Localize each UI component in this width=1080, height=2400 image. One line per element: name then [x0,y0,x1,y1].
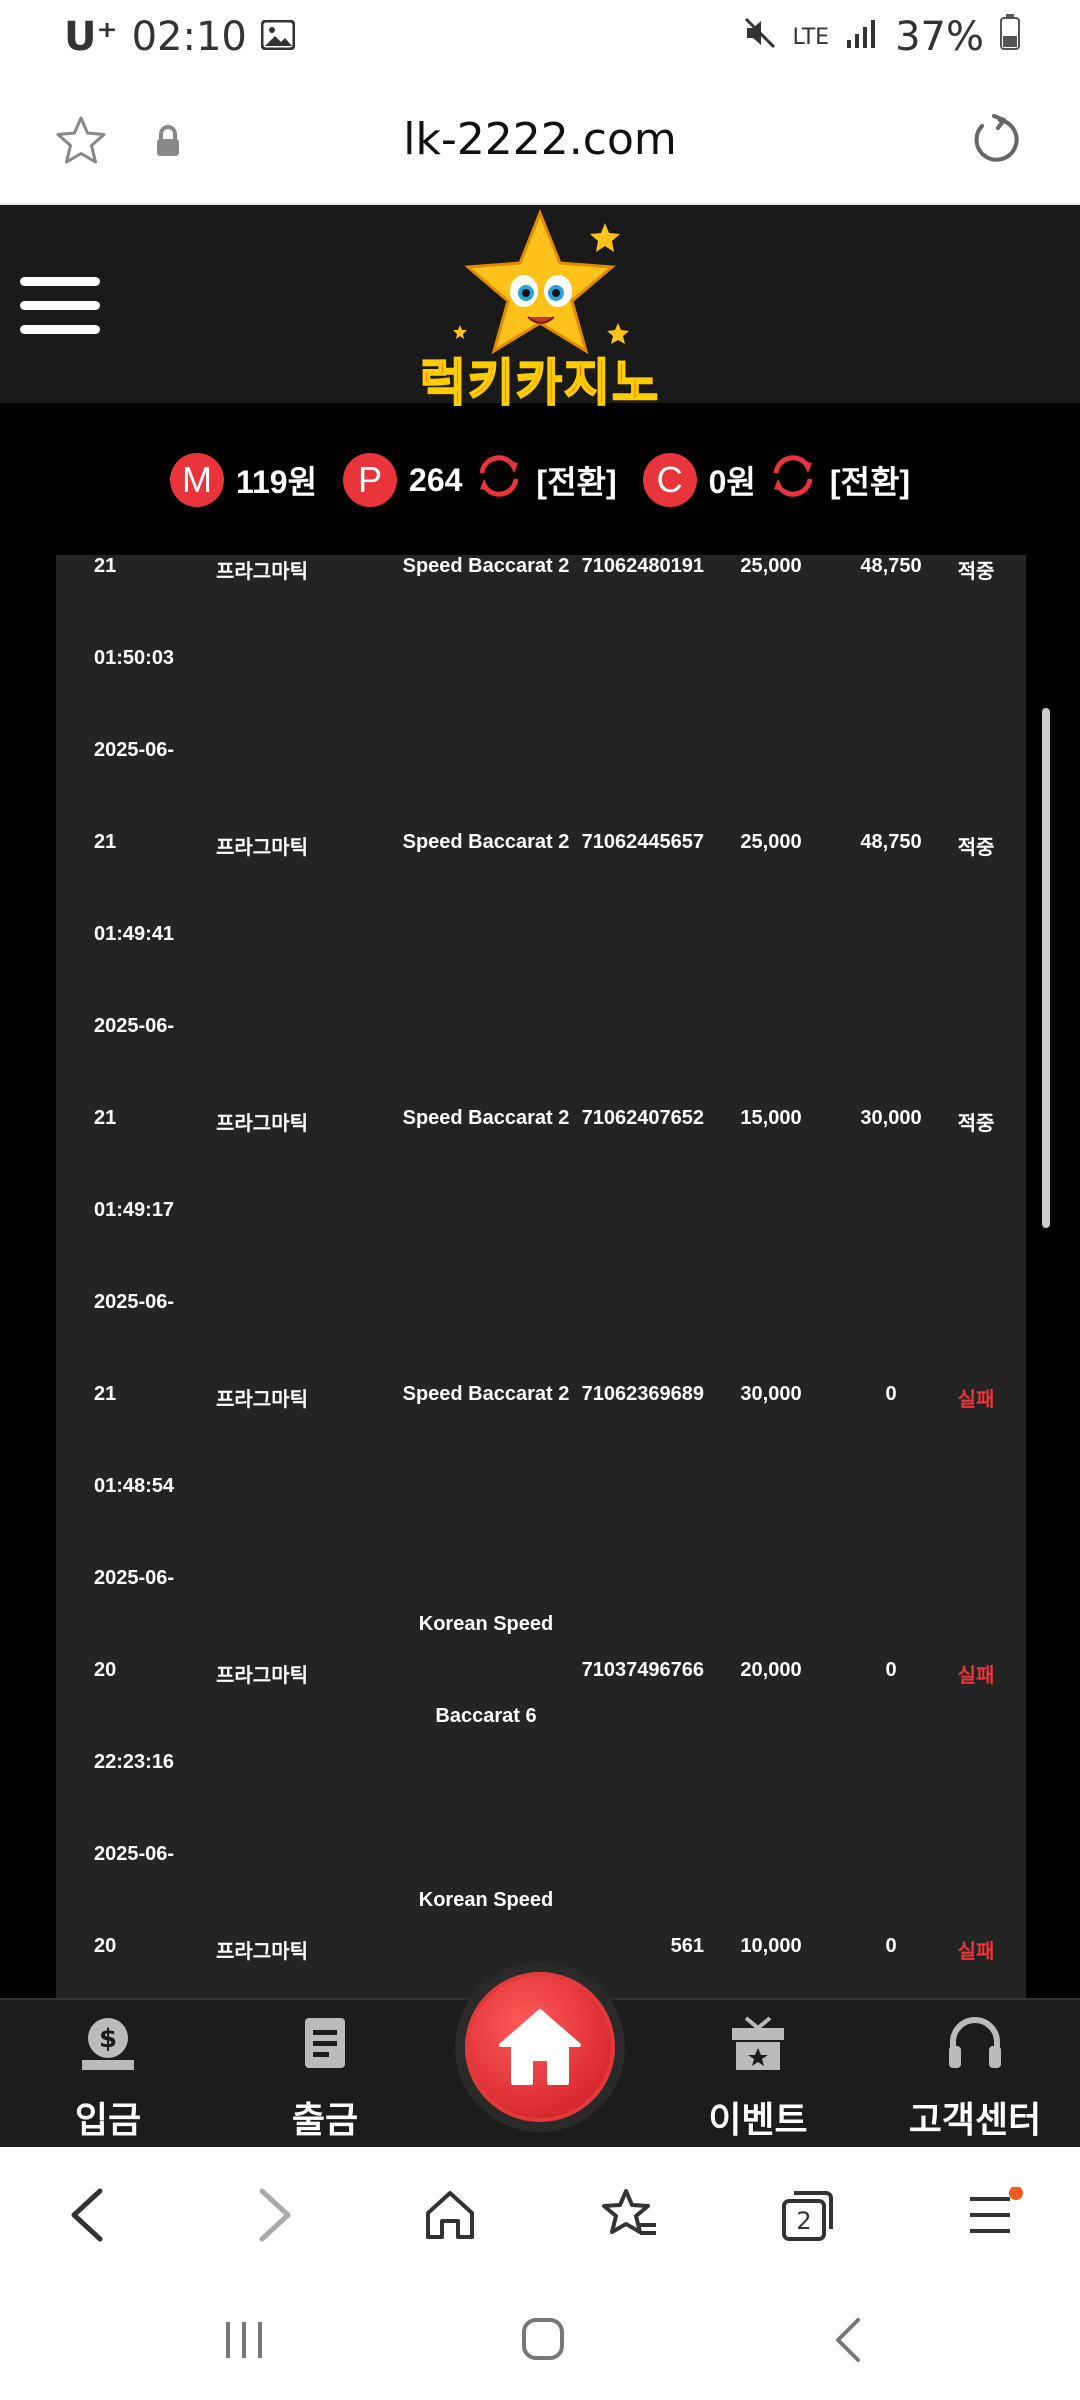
casino-badge: C [642,453,697,507]
date-day: 21 [94,831,117,853]
signal-icon [845,14,879,60]
star-mascot-icon [453,208,629,355]
menu-icon[interactable] [20,277,100,337]
money-badge: M [169,453,224,507]
deposit-button[interactable]: $ 입금 [28,2014,188,2143]
point-badge: P [343,453,398,507]
browser-home-icon[interactable] [422,2187,478,2248]
point-value: 264 [409,461,463,498]
logo-text: 럭키카지노 [419,354,660,412]
table-row: 21 01:50:03 프라그마틱 Speed Baccarat 2 71062… [56,555,1026,739]
casino-value: 0원 [708,464,756,500]
date-prefix: 2025-06- [94,1843,175,1865]
casino-convert-button[interactable]: [전환] [830,457,910,503]
event-button[interactable]: 이벤트 [678,2014,838,2143]
system-nav-bar [0,2272,1080,2400]
svg-text:2: 2 [796,2207,811,2235]
browser-menu-icon[interactable] [964,2186,1024,2248]
date-prefix: 2025-06- [94,1567,175,1589]
withdraw-button[interactable]: 출금 [245,2014,405,2143]
bottom-nav: $ 입금 출금 이벤트 고객센터 [0,1962,1080,2148]
mute-icon [743,14,777,60]
scrollbar[interactable] [1042,708,1050,1228]
status-bar: U⁺ 02:10 LTE 37% [0,0,1080,78]
browser-toolbar: 2 [0,2147,1080,2272]
browser-url-bar: lk-2222.com [0,78,1080,205]
game-name-line2: Baccarat 6 [435,1705,537,1727]
point-convert-button[interactable]: [전환] [536,457,616,503]
headset-icon [949,2017,1001,2068]
date-prefix: 2025-06- [94,739,175,761]
result-badge: 적중 [957,837,995,859]
result-badge: 실패 [957,1941,995,1963]
money-value: 119원 [235,464,318,500]
bookmarks-icon[interactable] [600,2187,660,2248]
date-time: 01:49:17 [94,1199,175,1221]
forward-icon[interactable] [252,2187,296,2248]
tabs-icon[interactable]: 2 [780,2187,836,2248]
reload-icon[interactable] [970,114,1020,169]
deposit-label: 입금 [74,2099,142,2140]
gallery-icon [260,14,296,60]
withdraw-label: 출금 [291,2099,359,2140]
result-badge: 실패 [957,1389,995,1411]
provider: 프라그마틱 [216,1941,308,1963]
date-time: 01:49:41 [94,923,175,945]
recent-apps-icon[interactable] [222,2318,266,2367]
game-name: Korean Speed [418,1613,554,1635]
network-label: LTE [792,24,830,50]
table-row: 2025-06- 21 01:49:41 프라그마틱 Speed Baccara… [56,739,1026,1015]
date-day: 21 [94,1107,117,1129]
date-day: 20 [94,1659,117,1681]
provider: 프라그마틱 [216,561,308,583]
deposit-icon: $ [82,2018,134,2070]
table-row: 2025-06- 21 01:48:54 프라그마틱 Speed Baccara… [56,1291,1026,1567]
event-label: 이벤트 [708,2099,808,2140]
support-button[interactable]: 고객센터 [895,2014,1055,2143]
date-day: 20 [94,1935,117,1957]
battery-icon [1000,14,1020,60]
provider: 프라그마틱 [216,837,308,859]
support-label: 고객센터 [908,2099,1042,2140]
gift-icon [732,2016,784,2070]
home-button[interactable] [455,1962,625,2132]
result-badge: 적중 [957,561,995,583]
carrier-label: U⁺ [64,14,118,60]
date-time: 22:23:16 [94,1751,175,1773]
home-icon [499,2009,581,2085]
provider: 프라그마틱 [216,1389,308,1411]
site-logo[interactable]: 럭키카지노 [400,205,680,412]
refresh-icon[interactable] [474,451,524,509]
clock: 02:10 [131,14,247,60]
back-icon[interactable] [66,2187,110,2248]
refresh-icon[interactable] [768,451,818,509]
table-row: 2025-06- 21 01:49:17 프라그마틱 Speed Baccara… [56,1015,1026,1291]
date-time: 01:48:54 [94,1475,175,1497]
balance-bar: M 119원 P 264 [전환] C 0원 [전환] [0,448,1080,512]
table-row: 2025-06- 20 22:23:16 프라그마틱 Korean Speed … [56,1567,1026,1843]
date-time: 01:50:03 [94,647,175,669]
date-day: 21 [94,555,117,577]
site-header: 럭키카지노 [0,205,1080,412]
provider: 프라그마틱 [216,1665,308,1687]
game-name: Korean Speed [418,1889,554,1911]
url-text[interactable]: lk-2222.com [0,114,1080,165]
date-prefix: 2025-06- [94,1015,175,1037]
system-back-icon[interactable] [830,2316,866,2369]
svg-text:$: $ [99,2024,117,2054]
result-badge: 실패 [957,1665,995,1687]
provider: 프라그마틱 [216,1113,308,1135]
bet-history-table: 21 01:50:03 프라그마틱 Speed Baccarat 2 71062… [56,555,1026,2005]
date-day: 21 [94,1383,117,1405]
date-prefix: 2025-06- [94,1291,175,1313]
withdraw-icon [305,2018,345,2068]
battery-percent: 37% [895,14,984,60]
result-badge: 적중 [957,1113,995,1135]
system-home-icon[interactable] [520,2316,566,2367]
